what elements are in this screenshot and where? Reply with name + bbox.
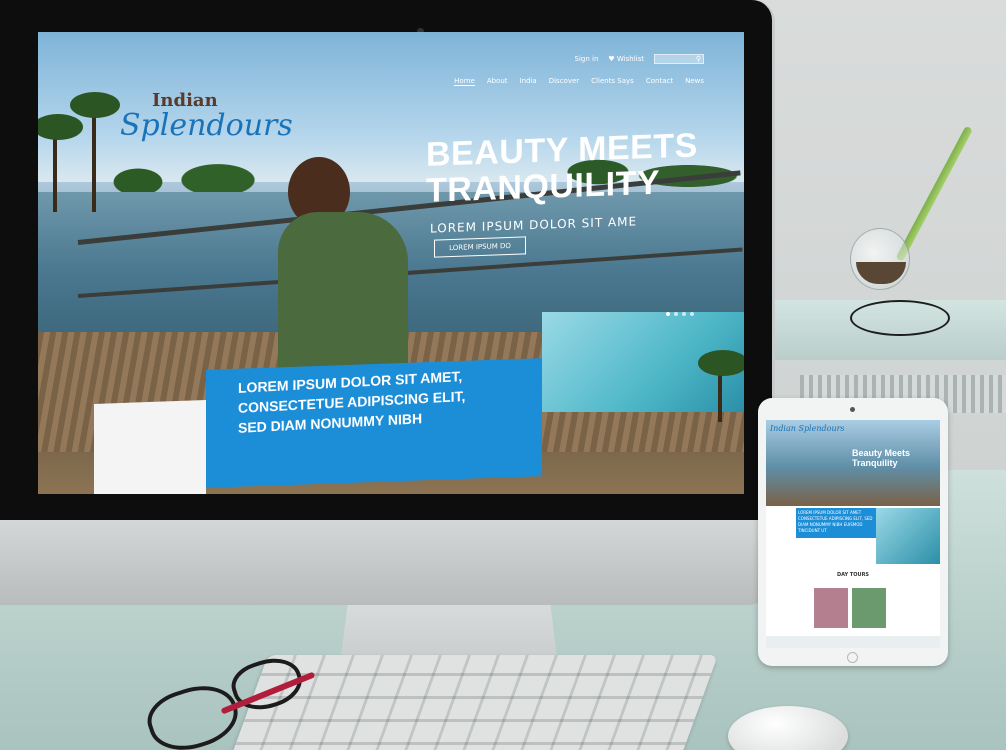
nav-item-news[interactable]: News — [685, 77, 704, 86]
hero-title: BEAUTY MEETS TRANQUILITY — [426, 126, 706, 209]
person-on-deck — [278, 157, 428, 392]
wire-stand — [850, 300, 950, 336]
tablet-section-heading: DAY TOURS — [836, 572, 870, 578]
tablet-blue-banner: LOREM IPSUM DOLOR SIT AMET CONSECTETUE A… — [796, 508, 876, 538]
tablet-hero-title: Beauty Meets Tranquility — [852, 448, 911, 468]
tablet-camera-icon — [850, 407, 855, 412]
palm-fronds — [70, 92, 120, 118]
nav-item-discover[interactable]: Discover — [549, 77, 579, 86]
monitor-chin — [0, 520, 772, 605]
palm-trunk — [92, 102, 96, 212]
slider-dot[interactable] — [682, 312, 686, 316]
keyboard — [227, 655, 719, 750]
site-logo[interactable]: Indian Splendours — [120, 90, 293, 141]
bamboo-stem — [895, 125, 973, 262]
hero-button[interactable]: LOREM IPSUM DO — [434, 236, 526, 258]
monitor-screen: Indian Splendours Sign in ♥ Wishlist ⚲ H… — [38, 32, 744, 494]
nav-item-about[interactable]: About — [487, 77, 508, 86]
tablet: Indian Splendours Beauty Meets Tranquili… — [758, 398, 948, 666]
slider-dot[interactable] — [690, 312, 694, 316]
signin-link[interactable]: Sign in — [575, 55, 599, 63]
slider-dot[interactable] — [666, 312, 670, 316]
main-nav: Home About India Discover Clients Says C… — [454, 77, 704, 86]
top-utility-bar: Sign in ♥ Wishlist ⚲ — [575, 54, 704, 64]
tablet-tour-photo[interactable] — [814, 588, 848, 628]
tablet-logo[interactable]: Indian Splendours — [770, 424, 845, 433]
nav-item-india[interactable]: India — [520, 77, 537, 86]
nav-item-clients-says[interactable]: Clients Says — [591, 77, 634, 86]
nav-item-contact[interactable]: Contact — [646, 77, 673, 86]
wishlist-link[interactable]: ♥ Wishlist — [608, 55, 644, 63]
slider-dots — [666, 312, 694, 316]
tablet-footer — [766, 636, 940, 648]
tablet-lagoon-image — [876, 508, 940, 564]
search-input[interactable]: ⚲ — [654, 54, 704, 64]
search-icon[interactable]: ⚲ — [696, 55, 701, 63]
palm-fronds — [698, 350, 744, 376]
monitor: Indian Splendours Sign in ♥ Wishlist ⚲ H… — [0, 0, 775, 605]
home-button[interactable] — [847, 652, 858, 663]
slider-dot[interactable] — [674, 312, 678, 316]
tablet-tour-photo[interactable] — [852, 588, 886, 628]
logo-text-big: Splendours — [120, 108, 293, 143]
white-panel — [94, 400, 206, 494]
nav-item-home[interactable]: Home — [454, 77, 475, 86]
tablet-screen: Indian Splendours Beauty Meets Tranquili… — [766, 420, 940, 648]
